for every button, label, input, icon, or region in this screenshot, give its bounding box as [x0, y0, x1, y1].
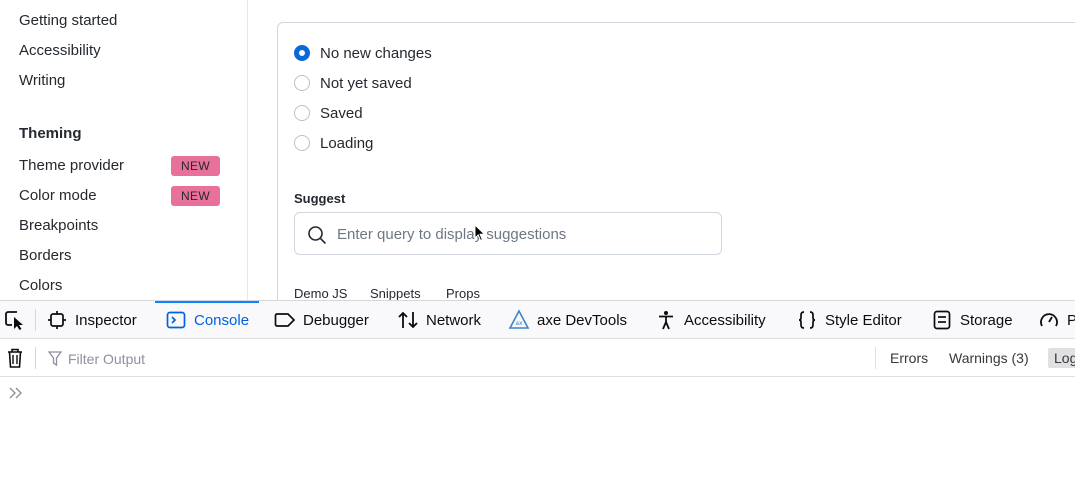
tab-storage[interactable]: Storage: [931, 301, 1013, 339]
sidebar-item-getting-started[interactable]: Getting started: [19, 12, 117, 30]
tab-label: Network: [426, 311, 482, 329]
tab-label: Console: [194, 311, 250, 329]
sidebar-item-writing[interactable]: Writing: [19, 72, 65, 90]
console-filter-bar: Errors Warnings (3) Logs: [0, 339, 1075, 377]
tab-axe-devtools[interactable]: ax axe DevTools: [508, 301, 627, 339]
new-badge: NEW: [171, 156, 220, 176]
toolbar-separator: [35, 347, 36, 369]
search-icon: [307, 225, 327, 250]
tab-style-editor[interactable]: Style Editor: [796, 301, 902, 339]
axe-icon: ax: [508, 309, 530, 331]
tab-accessibility[interactable]: Accessibility: [655, 301, 766, 339]
radio-button[interactable]: [294, 135, 310, 151]
tab-debugger[interactable]: Debugger: [274, 301, 369, 339]
tab-label: Accessibility: [684, 311, 766, 329]
radio-button[interactable]: [294, 105, 310, 121]
main-content: No new changes Not yet saved Saved Loadi…: [249, 0, 1075, 300]
filter-icon: [47, 351, 63, 372]
suggest-field[interactable]: [294, 212, 722, 255]
radio-label: Loading: [320, 134, 374, 152]
sidebar: Getting started Accessibility Writing Th…: [0, 0, 248, 300]
suggest-input[interactable]: [337, 224, 707, 244]
tab-network[interactable]: Network: [397, 301, 481, 339]
filter-output-field[interactable]: [47, 349, 348, 372]
filter-logs-button[interactable]: Logs: [1048, 348, 1075, 368]
tab-label: Inspector: [75, 311, 137, 329]
tab-snippets[interactable]: Snippets: [370, 286, 421, 300]
sidebar-heading-theming: Theming: [19, 125, 82, 142]
devtools-toolbar: Inspector Console Debugger Network ax ax…: [0, 301, 1075, 339]
tab-label: Storage: [960, 311, 1013, 329]
mouse-cursor-icon: [474, 223, 486, 247]
toolbar-separator: [35, 309, 36, 331]
toolbar-separator: [875, 347, 876, 369]
radio-option-saved[interactable]: Saved: [294, 103, 363, 123]
documentation-page: Getting started Accessibility Writing Th…: [0, 0, 1075, 300]
sidebar-item-colors[interactable]: Colors: [19, 277, 62, 295]
tab-label: Debugger: [303, 311, 369, 329]
suggest-label: Suggest: [294, 191, 346, 206]
example-card: [277, 22, 1075, 300]
tab-demo-js[interactable]: Demo JS: [294, 286, 347, 300]
sidebar-item-breakpoints[interactable]: Breakpoints: [19, 217, 98, 235]
filter-output-input[interactable]: [68, 349, 328, 369]
trash-icon[interactable]: [6, 347, 24, 374]
sidebar-item-accessibility[interactable]: Accessibility: [19, 42, 101, 60]
storage-icon: [931, 309, 953, 331]
filter-errors-button[interactable]: Errors: [884, 348, 934, 368]
tab-label: axe DevTools: [537, 311, 628, 329]
tab-inspector[interactable]: Inspector: [46, 301, 137, 339]
network-icon: [397, 309, 419, 331]
filter-warnings-button[interactable]: Warnings (3): [943, 348, 1035, 368]
inspector-icon: [46, 309, 68, 331]
radio-button-checked[interactable]: [294, 45, 310, 61]
console-icon: [165, 309, 187, 331]
svg-text:ax: ax: [515, 320, 523, 327]
console-prompt-icon: [8, 385, 24, 406]
element-picker-icon[interactable]: [3, 309, 27, 336]
radio-option-not-yet-saved[interactable]: Not yet saved: [294, 73, 412, 93]
tab-console[interactable]: Console: [154, 301, 260, 339]
tab-props[interactable]: Props: [446, 286, 480, 300]
devtools-panel: Inspector Console Debugger Network ax ax…: [0, 300, 1075, 504]
sidebar-item-theme-provider[interactable]: Theme provider: [19, 157, 124, 175]
radio-label: No new changes: [320, 44, 432, 62]
tab-label: P: [1067, 311, 1075, 329]
accessibility-icon: [655, 309, 677, 331]
radio-option-no-new-changes[interactable]: No new changes: [294, 43, 432, 63]
tab-label: Style Editor: [825, 311, 902, 329]
sidebar-item-color-mode[interactable]: Color mode: [19, 187, 97, 205]
sidebar-item-borders[interactable]: Borders: [19, 247, 72, 265]
debugger-icon: [274, 309, 296, 331]
style-editor-icon: [796, 309, 818, 331]
radio-option-loading[interactable]: Loading: [294, 133, 373, 153]
tab-performance[interactable]: P: [1038, 301, 1075, 339]
radio-label: Saved: [320, 104, 363, 122]
performance-icon: [1038, 309, 1060, 331]
radio-button[interactable]: [294, 75, 310, 91]
new-badge: NEW: [171, 186, 220, 206]
radio-label: Not yet saved: [320, 74, 412, 92]
